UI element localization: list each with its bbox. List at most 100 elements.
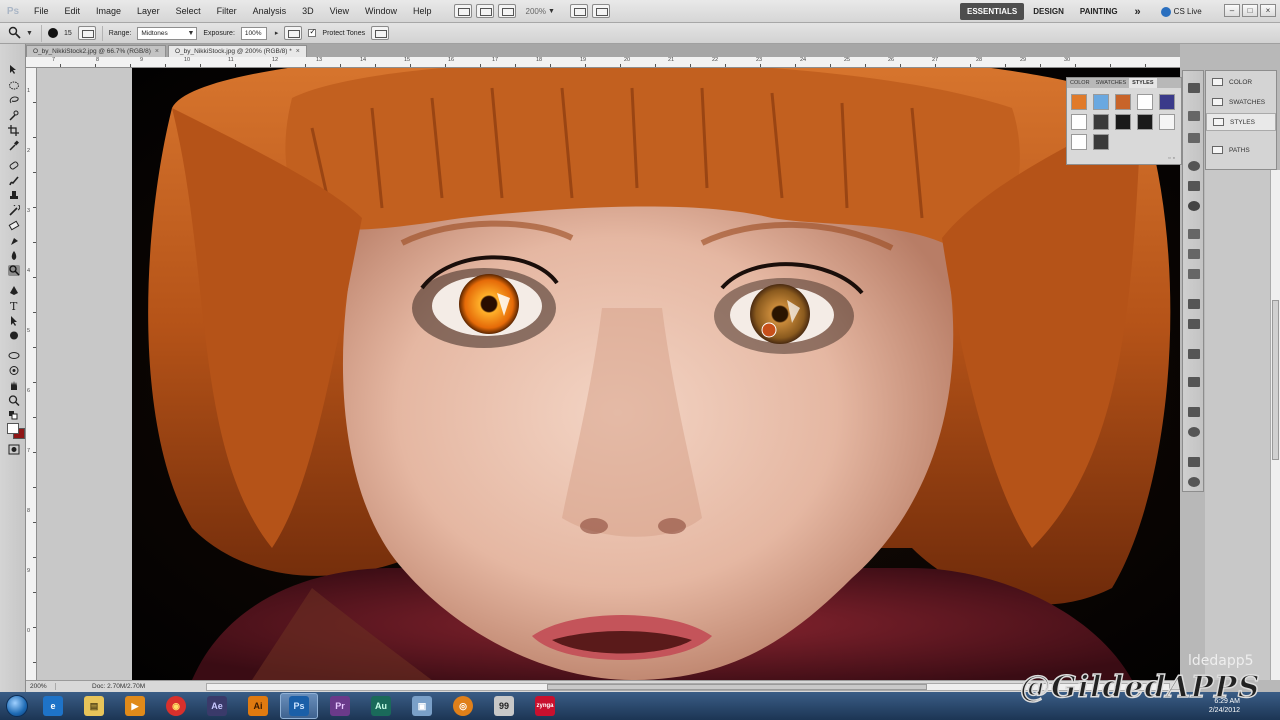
cs-live-button[interactable]: CS Live (1160, 6, 1202, 17)
quick-selection-tool-icon[interactable] (8, 110, 20, 121)
eraser-tool-icon[interactable] (8, 220, 20, 231)
tab-document-1[interactable]: O_by_NikkiStock2.jpg @ 66.7% (RGB/8) × (26, 45, 166, 57)
3d-panel-icon[interactable] (1188, 427, 1200, 437)
measurement-log-icon[interactable] (1188, 477, 1200, 487)
style-swatch[interactable] (1159, 94, 1175, 110)
screen-mode-icon[interactable] (591, 4, 610, 18)
brush-panel-toggle-icon[interactable] (77, 26, 96, 40)
path-selection-tool-icon[interactable] (8, 315, 20, 326)
style-swatch[interactable] (1137, 94, 1153, 110)
gradient-tool-icon[interactable] (8, 235, 20, 246)
menu-3d[interactable]: 3D (294, 0, 322, 23)
foreground-color-swatch[interactable] (7, 423, 19, 434)
pen-tool-icon[interactable] (8, 285, 20, 296)
menu-analysis[interactable]: Analysis (245, 0, 295, 23)
taskbar-media-player[interactable]: ▶ (116, 693, 154, 719)
menu-view[interactable]: View (322, 0, 357, 23)
default-colors-icon[interactable] (8, 410, 20, 421)
menu-file[interactable]: File (26, 0, 57, 23)
style-swatch[interactable] (1071, 94, 1087, 110)
view-extras-icon[interactable] (497, 4, 516, 18)
document-canvas[interactable] (37, 68, 1180, 680)
brush-presets-icon[interactable] (1188, 269, 1200, 279)
3d-orbit-tool-icon[interactable] (8, 365, 20, 376)
history-brush-tool-icon[interactable] (8, 205, 20, 216)
taskbar-audition[interactable]: Au (362, 693, 400, 719)
clone-source-icon[interactable] (1188, 407, 1200, 417)
layers-icon[interactable] (1188, 181, 1200, 191)
style-swatch[interactable] (1071, 114, 1087, 130)
style-swatch[interactable] (1093, 114, 1109, 130)
start-button[interactable] (0, 692, 34, 720)
style-swatch[interactable] (1159, 114, 1175, 130)
info-icon[interactable] (1188, 201, 1200, 211)
shape-tool-icon[interactable] (8, 330, 20, 341)
brush-tool-icon[interactable] (8, 175, 20, 186)
menu-window[interactable]: Window (357, 0, 405, 23)
lasso-tool-icon[interactable] (8, 95, 20, 106)
gear-icon[interactable] (1188, 161, 1200, 171)
animation-icon[interactable] (1188, 457, 1200, 467)
tab-swatches[interactable]: SWATCHES (1093, 78, 1130, 88)
adjustments-icon[interactable] (1188, 111, 1200, 121)
style-swatch[interactable] (1115, 94, 1131, 110)
taskbar-chrome[interactable]: ◉ (157, 693, 195, 719)
3d-rotate-tool-icon[interactable] (8, 350, 20, 361)
arrange-documents-icon[interactable] (569, 4, 588, 18)
taskbar-plugin-app[interactable]: 99 (485, 693, 523, 719)
close-icon[interactable]: × (155, 48, 159, 55)
blur-tool-icon[interactable] (8, 250, 20, 261)
zoom-tool-icon[interactable] (8, 395, 20, 406)
horizontal-scrollbar-thumb[interactable] (547, 683, 927, 690)
workspace-essentials[interactable]: ESSENTIALS (960, 3, 1025, 20)
workspace-more-button[interactable]: » (1127, 3, 1149, 20)
exposure-slider-toggle-icon[interactable]: ▸ (275, 29, 279, 37)
tab-color[interactable]: COLOR (1067, 78, 1093, 88)
type-tool-icon[interactable]: T (8, 300, 20, 311)
eyedropper-tool-icon[interactable] (8, 140, 20, 151)
clone-stamp-tool-icon[interactable] (8, 190, 20, 201)
style-swatch[interactable] (1137, 114, 1153, 130)
menu-image[interactable]: Image (88, 0, 129, 23)
maximize-button[interactable]: □ (1242, 4, 1258, 17)
style-swatch[interactable] (1093, 94, 1109, 110)
close-button[interactable]: × (1260, 4, 1276, 17)
masks-icon[interactable] (1188, 133, 1200, 143)
status-zoom-field[interactable]: 200% (26, 683, 56, 690)
protect-tones-checkbox[interactable] (308, 27, 317, 37)
workspace-design[interactable]: DESIGN (1026, 3, 1071, 20)
dock-item-styles[interactable]: STYLES (1206, 113, 1276, 131)
launch-bridge-icon[interactable] (453, 4, 472, 18)
trash-icon[interactable]: ▫ ▫ (1168, 155, 1175, 162)
menu-filter[interactable]: Filter (209, 0, 245, 23)
close-icon[interactable]: × (296, 48, 300, 55)
actions-icon[interactable] (1188, 377, 1200, 387)
hand-tool-icon[interactable] (8, 380, 20, 391)
tool-presets-icon[interactable] (1188, 349, 1200, 359)
workspace-painting[interactable]: PAINTING (1073, 3, 1125, 20)
dock-item-paths[interactable]: PATHS (1206, 141, 1276, 159)
dock-item-swatches[interactable]: SWATCHES (1206, 93, 1276, 111)
status-doc-info[interactable]: Doc: 2.70M/2.70M (56, 683, 196, 690)
tab-document-2[interactable]: O_by_NikkiStock.jpg @ 200% (RGB/8) * × (167, 45, 307, 57)
menu-help[interactable]: Help (405, 0, 440, 23)
vertical-scrollbar-thumb[interactable] (1272, 300, 1279, 460)
airbrush-toggle-icon[interactable] (284, 26, 303, 40)
paragraph-icon[interactable] (1188, 319, 1200, 329)
style-swatch[interactable] (1071, 134, 1087, 150)
marquee-tool-icon[interactable] (8, 80, 20, 91)
menu-layer[interactable]: Layer (129, 0, 168, 23)
tab-styles[interactable]: STYLES (1129, 78, 1157, 88)
style-swatch[interactable] (1093, 134, 1109, 150)
exposure-input[interactable]: 100% (240, 26, 267, 40)
vertical-scrollbar[interactable] (1270, 170, 1280, 680)
taskbar-premiere[interactable]: Pr (321, 693, 359, 719)
taskbar-after-effects[interactable]: Ae (198, 693, 236, 719)
pressure-size-icon[interactable] (371, 26, 390, 40)
zoom-level-select[interactable]: 200% ▼ (520, 4, 566, 19)
quick-mask-icon[interactable] (8, 444, 20, 455)
crop-tool-icon[interactable] (8, 125, 20, 136)
taskbar-blender[interactable]: ◎ (444, 693, 482, 719)
taskbar-illustrator[interactable]: Ai (239, 693, 277, 719)
minimize-button[interactable]: – (1224, 4, 1240, 17)
